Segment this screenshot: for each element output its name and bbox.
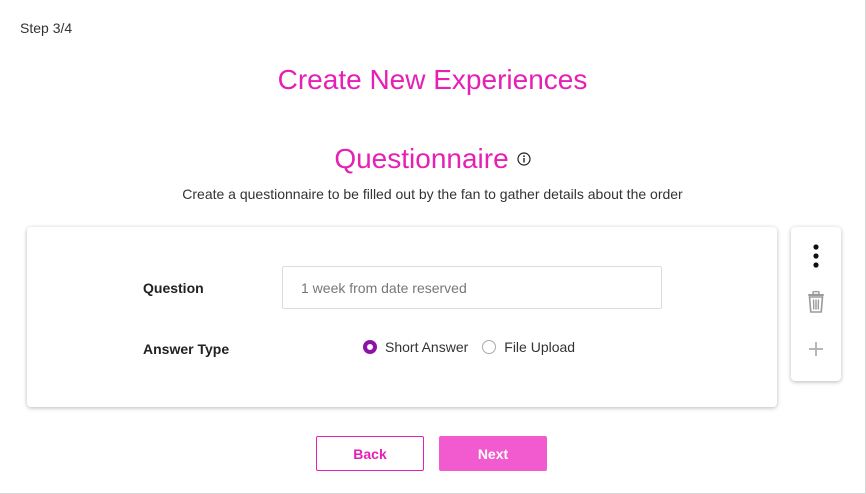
plus-icon <box>808 341 824 362</box>
more-options-button[interactable] <box>791 243 841 273</box>
add-question-button[interactable] <box>791 336 841 366</box>
question-card: Question Answer Type Short Answer File U… <box>27 227 777 407</box>
question-toolbar <box>791 227 841 381</box>
more-vertical-icon <box>812 243 820 274</box>
answer-type-label: Answer Type <box>143 341 230 357</box>
answer-type-radio-group: Short Answer File Upload <box>363 339 589 355</box>
radio-file-upload[interactable]: File Upload <box>482 339 575 355</box>
back-button[interactable]: Back <box>316 436 424 471</box>
section-subtitle: Create a questionnaire to be filled out … <box>182 186 683 202</box>
radio-label: File Upload <box>504 339 576 355</box>
step-indicator: Step 3/4 <box>20 20 73 36</box>
question-input[interactable] <box>282 266 662 309</box>
section-title: Questionnaire <box>334 143 509 174</box>
next-button[interactable]: Next <box>439 436 547 471</box>
delete-question-button[interactable] <box>791 289 841 319</box>
section-header: Questionnaire <box>0 143 865 175</box>
page-title: Create New Experiences <box>277 64 588 95</box>
radio-unchecked-icon[interactable] <box>482 340 497 354</box>
question-label: Question <box>143 280 204 296</box>
radio-short-answer[interactable]: Short Answer <box>363 339 468 355</box>
trash-icon <box>807 290 825 318</box>
info-icon[interactable] <box>517 152 531 166</box>
page: Step 3/4 Create New Experiences Question… <box>0 0 866 494</box>
radio-label: Short Answer <box>385 339 469 355</box>
radio-checked-icon[interactable] <box>363 340 377 354</box>
